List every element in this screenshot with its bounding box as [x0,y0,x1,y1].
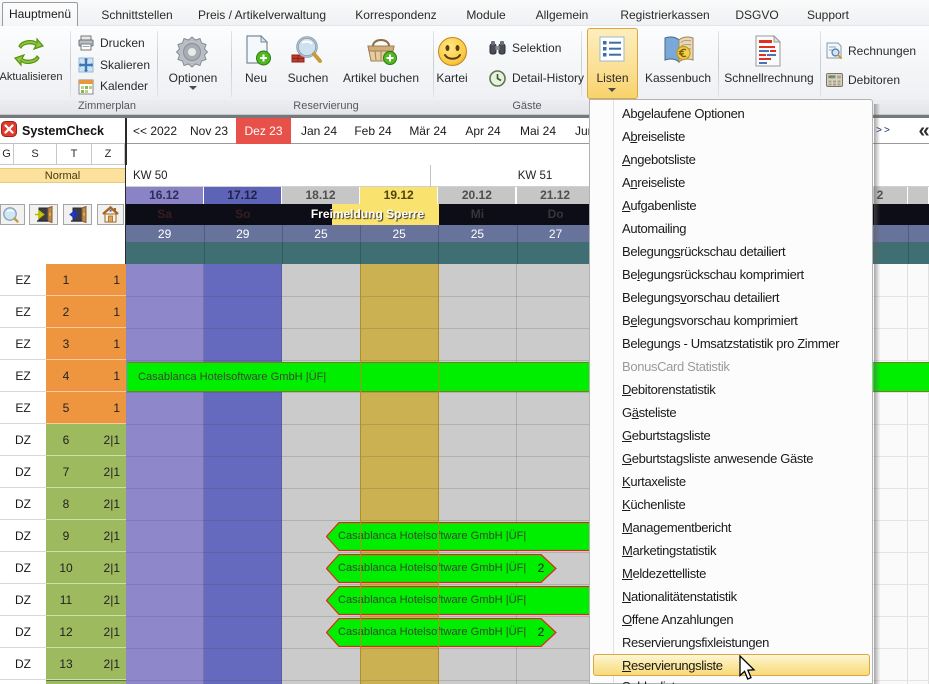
svg-text:CASH: CASH [829,75,837,79]
